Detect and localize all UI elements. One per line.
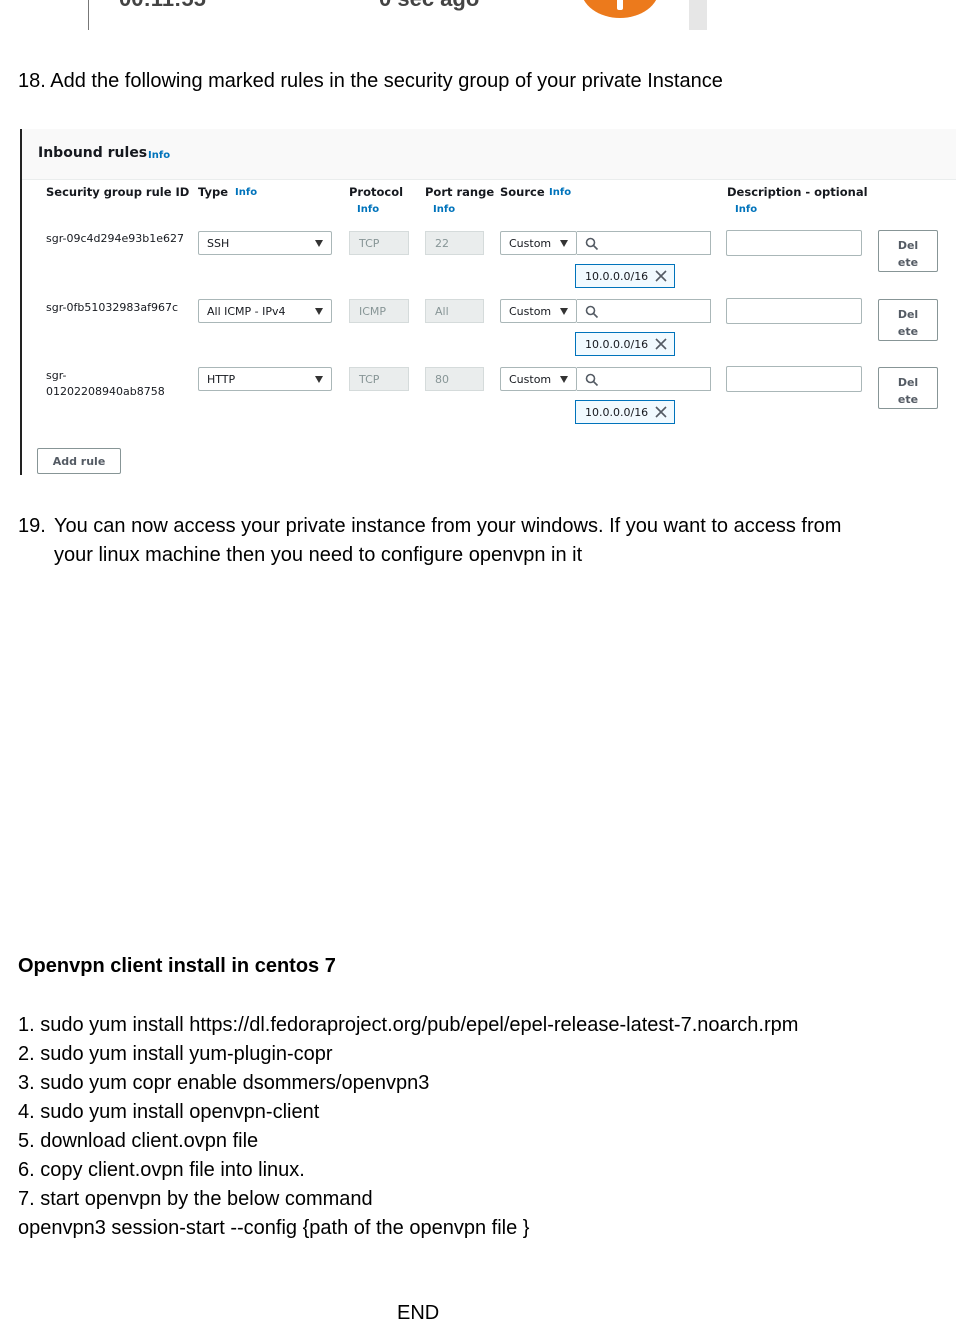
- close-icon[interactable]: [654, 337, 668, 351]
- source-select[interactable]: Custom: [500, 367, 577, 391]
- type-select[interactable]: All ICMP - IPv4: [198, 299, 332, 323]
- type-value: SSH: [207, 237, 230, 250]
- description-input[interactable]: [726, 298, 862, 324]
- header-source: Source: [500, 185, 545, 199]
- rule-id: sgr-09c4d294e93b1e627: [46, 232, 185, 245]
- cidr-token: 10.0.0.0/16: [575, 400, 675, 424]
- delete-button[interactable]: Del ete: [878, 299, 938, 341]
- dropdown-arrow-icon: [315, 376, 323, 383]
- warning-mark: [617, 0, 623, 10]
- step-18: 18. Add the following marked rules in th…: [18, 70, 723, 92]
- close-icon[interactable]: [654, 405, 668, 419]
- cidr-token: 10.0.0.0/16: [575, 332, 675, 356]
- delete-label-2: ete: [897, 256, 919, 269]
- delete-label-1: Del: [897, 239, 919, 252]
- description-input[interactable]: [726, 230, 862, 256]
- inbound-rules-panel: Inbound rules Info Security group rule I…: [20, 129, 956, 475]
- panel-header: Inbound rules Info: [22, 129, 956, 180]
- dropdown-arrow-icon: [560, 376, 568, 383]
- cidr-search-input[interactable]: [577, 231, 711, 255]
- search-icon: [585, 305, 599, 319]
- cidr-value: 10.0.0.0/16: [585, 338, 649, 351]
- protocol-field: TCP: [349, 367, 409, 391]
- search-icon: [585, 237, 599, 251]
- protocol-info-link[interactable]: Info: [357, 204, 379, 215]
- delete-button[interactable]: Del ete: [878, 230, 938, 272]
- cidr-value: 10.0.0.0/16: [585, 406, 649, 419]
- close-icon[interactable]: [654, 269, 668, 283]
- delete-label-2: ete: [897, 393, 919, 406]
- install-step: 4. sudo yum install openvpn-client: [18, 1101, 320, 1123]
- step-19-number: 19.: [18, 515, 46, 537]
- source-value: Custom: [509, 373, 552, 386]
- scrollbar: [689, 0, 707, 30]
- rule-id: sgr-0fb51032983af967c: [46, 301, 178, 314]
- install-step: 1. sudo yum install https://dl.fedorapro…: [18, 1014, 799, 1036]
- source-info-link[interactable]: Info: [549, 187, 571, 198]
- protocol-field: TCP: [349, 231, 409, 255]
- panel-title: Inbound rules: [38, 145, 148, 161]
- port-field: 22: [425, 231, 484, 255]
- port-info-link[interactable]: Info: [433, 204, 455, 215]
- step-19-line2: your linux machine then you need to conf…: [54, 544, 583, 566]
- header-port-range: Port range: [425, 185, 495, 199]
- info-link[interactable]: Info: [148, 150, 170, 161]
- install-step: 3. sudo yum copr enable dsommers/openvpn…: [18, 1072, 430, 1094]
- delete-label-2: ete: [897, 325, 919, 338]
- type-select[interactable]: HTTP: [198, 367, 332, 391]
- type-value: HTTP: [207, 373, 236, 386]
- header-type: Type: [198, 185, 229, 199]
- source-value: Custom: [509, 237, 552, 250]
- dropdown-arrow-icon: [315, 240, 323, 247]
- end-text: END: [397, 1302, 440, 1324]
- step-19-line1: You can now access your private instance…: [54, 515, 842, 537]
- dropdown-arrow-icon: [315, 308, 323, 315]
- step-19: 19. You can now access your private insta…: [18, 512, 938, 570]
- port-field: 80: [425, 367, 484, 391]
- header-description: Description - optional: [727, 185, 868, 199]
- source-value: Custom: [509, 305, 552, 318]
- type-value: All ICMP - IPv4: [207, 305, 286, 318]
- header-rule-id: Security group rule ID: [46, 185, 190, 199]
- cidr-value: 10.0.0.0/16: [585, 270, 649, 283]
- delete-label-1: Del: [897, 376, 919, 389]
- dropdown-arrow-icon: [560, 240, 568, 247]
- protocol-field: ICMP: [349, 299, 409, 323]
- delete-button[interactable]: Del ete: [878, 367, 938, 409]
- type-info-link[interactable]: Info: [235, 187, 257, 198]
- cidr-search-input[interactable]: [577, 367, 711, 391]
- install-command: openvpn3 session-start --config {path of…: [18, 1217, 530, 1239]
- section-heading: Openvpn client install in centos 7: [18, 955, 336, 977]
- last-update: 0 sec ago: [379, 0, 479, 12]
- rule-id: sgr- 01202208940ab8758: [46, 368, 165, 400]
- install-steps: 1. sudo yum install https://dl.fedorapro…: [18, 1011, 798, 1243]
- description-info-link[interactable]: Info: [735, 204, 757, 215]
- search-icon: [585, 373, 599, 387]
- rule-id-line1: sgr-: [46, 369, 67, 382]
- rule-id-line2: 01202208940ab8758: [46, 385, 165, 398]
- header-protocol: Protocol: [349, 185, 404, 199]
- install-step: 7. start openvpn by the below command: [18, 1188, 373, 1210]
- top-cropped-screenshot: 00:11:55 0 sec ago: [88, 0, 707, 30]
- source-select[interactable]: Custom: [500, 299, 577, 323]
- install-step: 5. download client.ovpn file: [18, 1130, 259, 1152]
- elapsed-time: 00:11:55: [119, 0, 206, 12]
- cidr-search-input[interactable]: [577, 299, 711, 323]
- add-rule-button[interactable]: Add rule: [37, 448, 121, 474]
- description-input[interactable]: [726, 366, 862, 392]
- cidr-token: 10.0.0.0/16: [575, 264, 675, 288]
- type-select[interactable]: SSH: [198, 231, 332, 255]
- install-step: 2. sudo yum install yum-plugin-copr: [18, 1043, 333, 1065]
- port-field: All: [425, 299, 484, 323]
- source-select[interactable]: Custom: [500, 231, 577, 255]
- dropdown-arrow-icon: [560, 308, 568, 315]
- install-step: 6. copy client.ovpn file into linux.: [18, 1159, 305, 1181]
- delete-label-1: Del: [897, 308, 919, 321]
